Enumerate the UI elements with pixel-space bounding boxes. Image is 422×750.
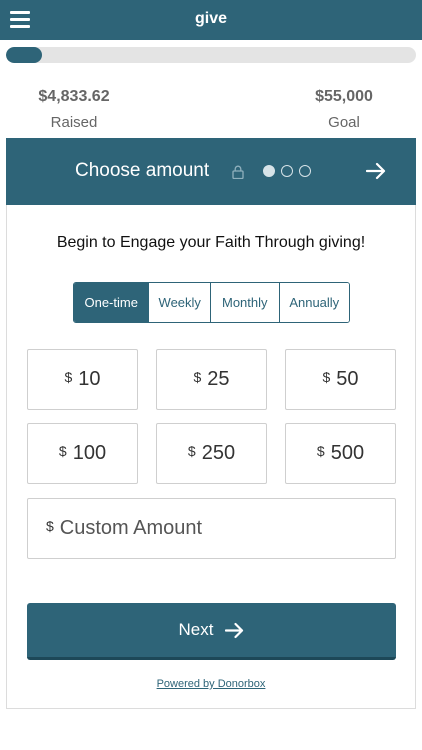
- frequency-selector: One-time Weekly Monthly Annually: [73, 282, 350, 323]
- amount-button-10[interactable]: $ 10: [27, 349, 138, 410]
- next-button-label: Next: [178, 620, 214, 639]
- currency-symbol: $: [193, 368, 202, 385]
- lock-icon: [232, 165, 244, 179]
- amount-button-100[interactable]: $ 100: [27, 423, 138, 484]
- currency-symbol: $: [316, 442, 325, 459]
- step-header: Choose amount: [6, 138, 416, 205]
- frequency-annually[interactable]: Annually: [278, 283, 349, 322]
- frequency-one-time[interactable]: One-time: [74, 283, 149, 322]
- powered-by-donorbox-link[interactable]: Powered by Donorbox: [157, 678, 266, 690]
- frequency-weekly[interactable]: Weekly: [148, 283, 211, 322]
- step-dot-1: [263, 165, 275, 177]
- amount-button-250[interactable]: $ 250: [156, 423, 267, 484]
- powered-by: Powered by Donorbox: [7, 678, 415, 690]
- progress-fill: [6, 47, 43, 63]
- arrow-right-icon[interactable]: [366, 162, 386, 180]
- currency-symbol: $: [187, 442, 196, 459]
- step-indicator: [263, 165, 317, 178]
- raised-amount: $4,833.62: [38, 88, 110, 105]
- donation-form-card: Choose amount Begin to Engage your Faith…: [6, 138, 416, 709]
- goal-amount: $55,000: [315, 88, 373, 105]
- amount-value: 25: [207, 368, 230, 390]
- raised-label: Raised: [50, 114, 98, 131]
- custom-amount-field[interactable]: $: [27, 498, 396, 559]
- top-bar: give: [0, 0, 422, 40]
- currency-symbol: $: [322, 368, 331, 385]
- amount-button-500[interactable]: $ 500: [285, 423, 396, 484]
- goal-label: Goal: [328, 114, 360, 131]
- amount-value: 50: [336, 368, 359, 390]
- giving-prompt: Begin to Engage your Faith Through givin…: [56, 234, 366, 251]
- step-dot-3: [299, 165, 311, 177]
- amount-button-25[interactable]: $ 25: [156, 349, 267, 410]
- step-title: Choose amount: [75, 160, 210, 181]
- arrow-right-icon: [225, 622, 244, 638]
- app-title: give: [194, 10, 227, 27]
- currency-symbol: $: [64, 368, 73, 385]
- step-dot-2: [281, 165, 293, 177]
- amount-value: 10: [78, 368, 101, 390]
- amount-button-50[interactable]: $ 50: [285, 349, 396, 410]
- currency-symbol: $: [46, 517, 54, 534]
- frequency-monthly[interactable]: Monthly: [210, 283, 279, 322]
- amount-value: 100: [72, 442, 107, 464]
- fundraising-progress-bar: [6, 47, 416, 63]
- amount-value: 500: [330, 442, 365, 464]
- goal-stat: $55,000 Goal: [305, 88, 383, 131]
- next-button[interactable]: Next: [27, 603, 396, 660]
- custom-amount-input[interactable]: [59, 517, 360, 540]
- raised-stat: $4,833.62 Raised: [30, 88, 118, 131]
- amount-value: 250: [201, 442, 236, 464]
- currency-symbol: $: [58, 442, 67, 459]
